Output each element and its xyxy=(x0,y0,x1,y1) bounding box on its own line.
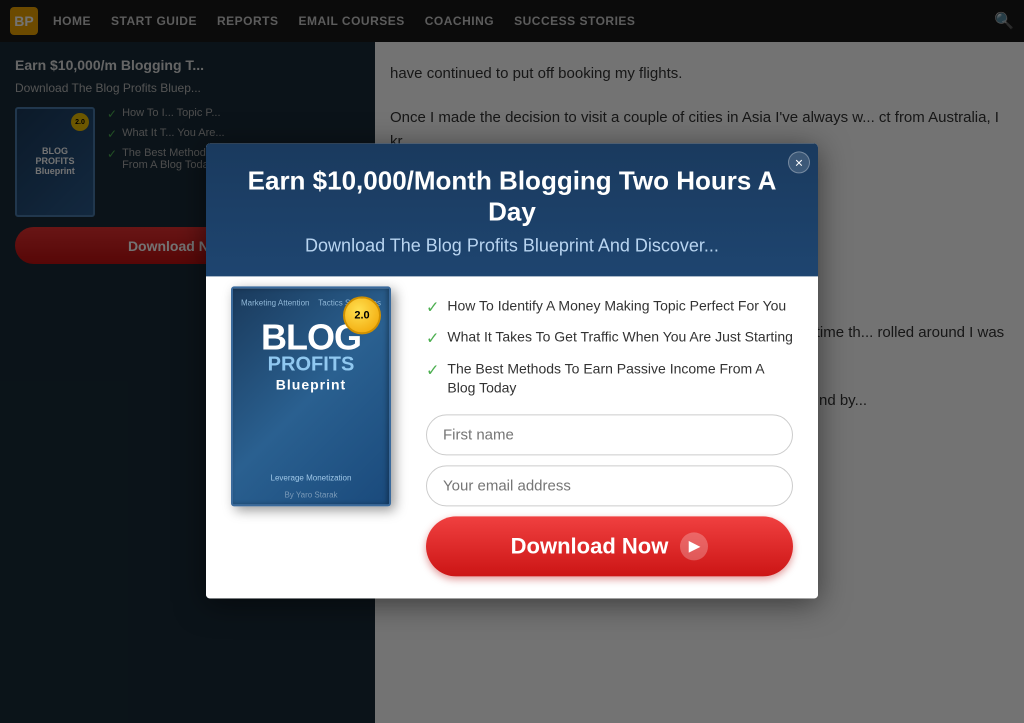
download-btn-label: Download Now xyxy=(511,533,669,559)
book-cover: 2.0 Marketing Attention Tactics Strategi… xyxy=(231,286,391,506)
check-icon-feature-3: ✓ xyxy=(426,360,439,382)
first-name-input[interactable] xyxy=(426,414,793,455)
modal-title: Earn $10,000/Month Blogging Two Hours A … xyxy=(234,165,790,227)
modal-header: Earn $10,000/Month Blogging Two Hours A … xyxy=(206,143,818,276)
book-profits-text: PROFITS xyxy=(261,354,361,374)
book-container: 2.0 Marketing Attention Tactics Strategi… xyxy=(231,286,406,506)
email-input[interactable] xyxy=(426,465,793,506)
book-title-area: BLOG PROFITS Blueprint xyxy=(261,320,361,392)
modal-form-area: ✓ How To Identify A Money Making Topic P… xyxy=(426,296,793,576)
book-blueprint-text: Blueprint xyxy=(261,376,361,392)
book-bottom-text: Leverage Monetization xyxy=(241,474,381,484)
close-button[interactable]: × xyxy=(788,151,810,173)
modal-body: 2.0 Marketing Attention Tactics Strategi… xyxy=(206,276,818,598)
download-arrow-icon: ▶ xyxy=(680,532,708,560)
book-author: By Yaro Starak xyxy=(284,490,337,499)
check-icon-feature-1: ✓ xyxy=(426,297,439,319)
feature-list: ✓ How To Identify A Money Making Topic P… xyxy=(426,296,793,398)
modal: × Earn $10,000/Month Blogging Two Hours … xyxy=(206,143,818,598)
book-version-badge: 2.0 xyxy=(343,296,381,334)
download-now-button[interactable]: Download Now ▶ xyxy=(426,516,793,576)
check-icon-feature-2: ✓ xyxy=(426,329,439,351)
feature-item-1: ✓ How To Identify A Money Making Topic P… xyxy=(426,296,793,319)
book-monetize-text: Leverage Monetization xyxy=(241,474,381,484)
modal-subtitle: Download The Blog Profits Blueprint And … xyxy=(234,235,790,256)
feature-item-3: ✓ The Best Methods To Earn Passive Incom… xyxy=(426,359,793,398)
feature-item-2: ✓ What It Takes To Get Traffic When You … xyxy=(426,328,793,351)
